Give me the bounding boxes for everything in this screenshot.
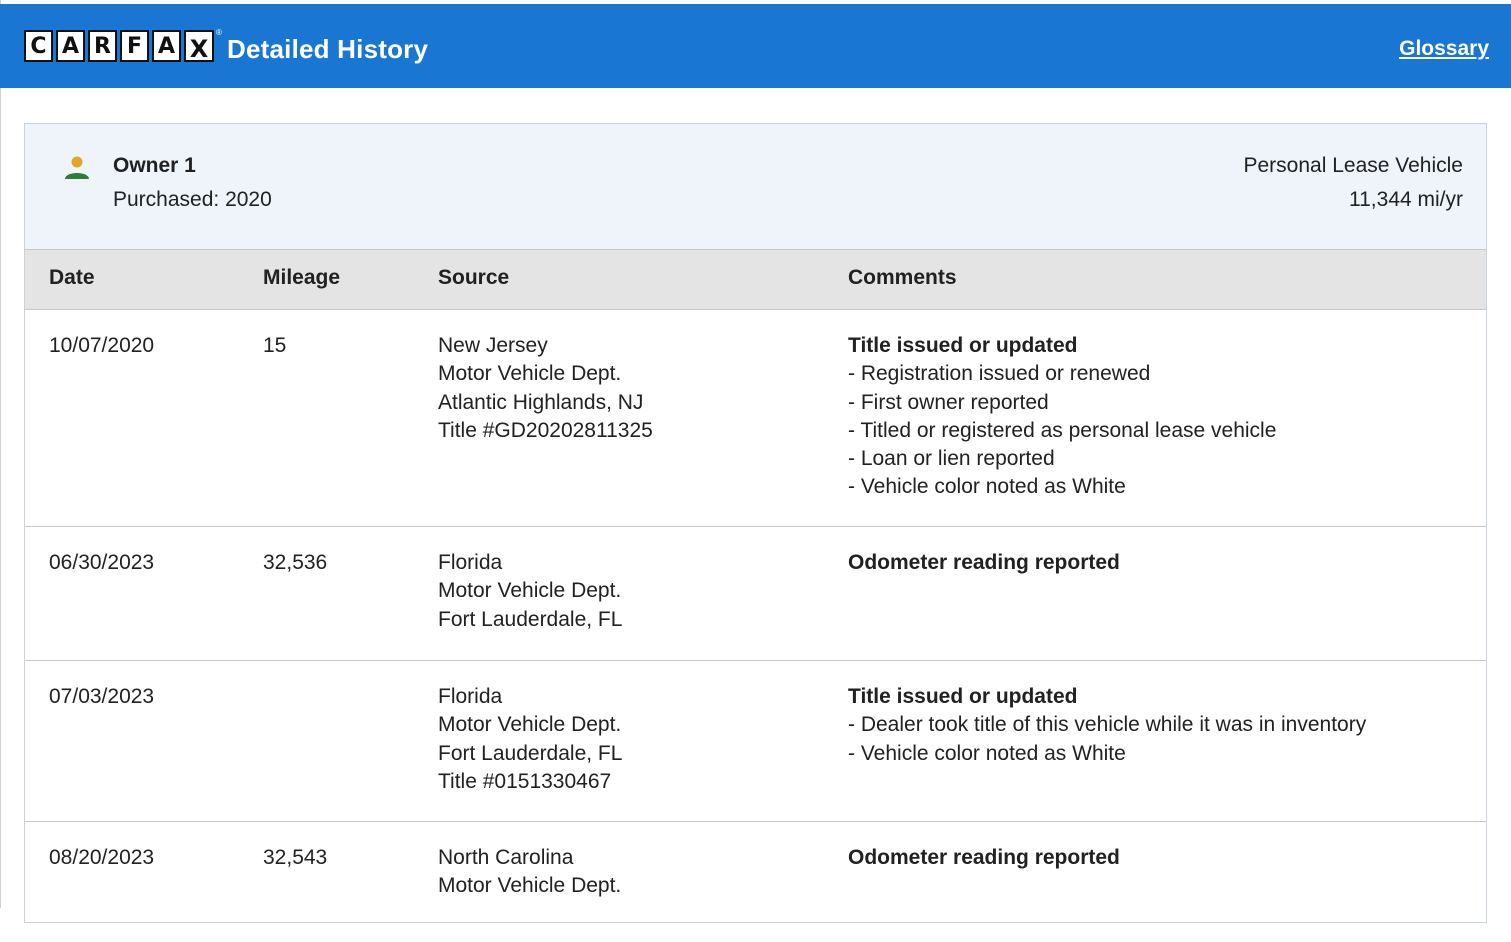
row-source: New Jersey Motor Vehicle Dept. Atlantic … [438, 332, 653, 445]
row-mileage: 15 [263, 334, 287, 357]
source-line: Florida [438, 551, 503, 574]
comment-item: Titled or registered as personal lease v… [848, 417, 1276, 445]
column-header-mileage: Mileage [263, 266, 341, 289]
comment-item: Loan or lien reported [848, 445, 1276, 473]
owner-name: Owner 1 [113, 154, 196, 177]
row-comments: Odometer reading reported [848, 844, 1120, 872]
table-row: 10/07/2020 15 New Jersey Motor Vehicle D… [25, 310, 1486, 527]
row-comments: Title issued or updated Registration iss… [848, 332, 1276, 502]
table-row: 06/30/2023 32,536 Florida Motor Vehicle … [25, 527, 1486, 661]
source-line: Fort Lauderdale, FL [438, 741, 623, 765]
logo-letter: A [56, 30, 85, 62]
row-source: Florida Motor Vehicle Dept. Fort Lauderd… [438, 683, 622, 796]
comment-heading: Title issued or updated [848, 685, 1078, 708]
report-header: C A R F A X ® Detailed History Glossary [0, 4, 1511, 88]
comment-item: Vehicle color noted as White [848, 740, 1366, 768]
comment-item: Vehicle color noted as White [848, 473, 1276, 501]
row-date: 10/07/2020 [49, 334, 155, 357]
column-header-source: Source [438, 266, 510, 289]
source-line: Fort Lauderdale, FL [438, 607, 623, 631]
page-edge [0, 0, 1, 908]
logo-letter: F [120, 30, 149, 62]
row-comments: Title issued or updated Dealer took titl… [848, 683, 1366, 768]
owner-type: Personal Lease Vehicle [1243, 154, 1464, 177]
row-date: 08/20/2023 [49, 846, 155, 869]
source-line: North Carolina [438, 846, 574, 869]
owner-history-card: Owner 1 Purchased: 2020 Personal Lease V… [24, 123, 1487, 923]
comment-heading: Odometer reading reported [848, 551, 1120, 574]
row-date: 06/30/2023 [49, 551, 155, 574]
table-row: 07/03/2023 Florida Motor Vehicle Dept. F… [25, 661, 1486, 822]
source-line: Motor Vehicle Dept. [438, 874, 622, 898]
logo-letter: X [184, 30, 214, 63]
source-line: Florida [438, 685, 503, 708]
logo-letter: A [152, 30, 181, 62]
table-header: Date Mileage Source Comments [25, 250, 1486, 310]
comment-heading: Title issued or updated [848, 334, 1078, 357]
row-mileage: 32,543 [263, 846, 328, 869]
source-line: Motor Vehicle Dept. [438, 713, 622, 737]
row-source: North Carolina Motor Vehicle Dept. [438, 844, 621, 901]
logo-letter: C [24, 30, 53, 62]
row-source: Florida Motor Vehicle Dept. Fort Lauderd… [438, 549, 622, 634]
owner-purchased: Purchased: 2020 [113, 188, 272, 211]
comment-heading: Odometer reading reported [848, 846, 1120, 869]
registered-mark-icon: ® [216, 28, 222, 37]
comment-item: First owner reported [848, 389, 1276, 417]
row-mileage: 32,536 [263, 551, 328, 574]
source-line: Motor Vehicle Dept. [438, 362, 622, 386]
column-header-comments: Comments [848, 266, 957, 289]
comment-item: Dealer took title of this vehicle while … [848, 711, 1366, 739]
source-line: Title #GD20202811325 [438, 418, 653, 442]
owner-summary: Owner 1 Purchased: 2020 Personal Lease V… [25, 124, 1486, 250]
row-comments: Odometer reading reported [848, 549, 1120, 577]
source-line: New Jersey [438, 334, 548, 357]
source-line: Motor Vehicle Dept. [438, 579, 622, 603]
owner-miles-per-year: 11,344 mi/yr [1349, 188, 1463, 211]
carfax-logo: C A R F A X ® [24, 28, 222, 66]
source-line: Atlantic Highlands, NJ [438, 390, 644, 414]
row-date: 07/03/2023 [49, 685, 155, 708]
person-icon [65, 156, 89, 179]
logo-letter: R [88, 30, 117, 62]
page-title: Detailed History [227, 34, 429, 64]
table-row: 08/20/2023 32,543 North Carolina Motor V… [25, 822, 1486, 942]
column-header-date: Date [49, 266, 95, 289]
comment-item: Registration issued or renewed [848, 360, 1276, 388]
glossary-link[interactable]: Glossary [1399, 37, 1489, 61]
source-line: Title #0151330467 [438, 769, 612, 793]
